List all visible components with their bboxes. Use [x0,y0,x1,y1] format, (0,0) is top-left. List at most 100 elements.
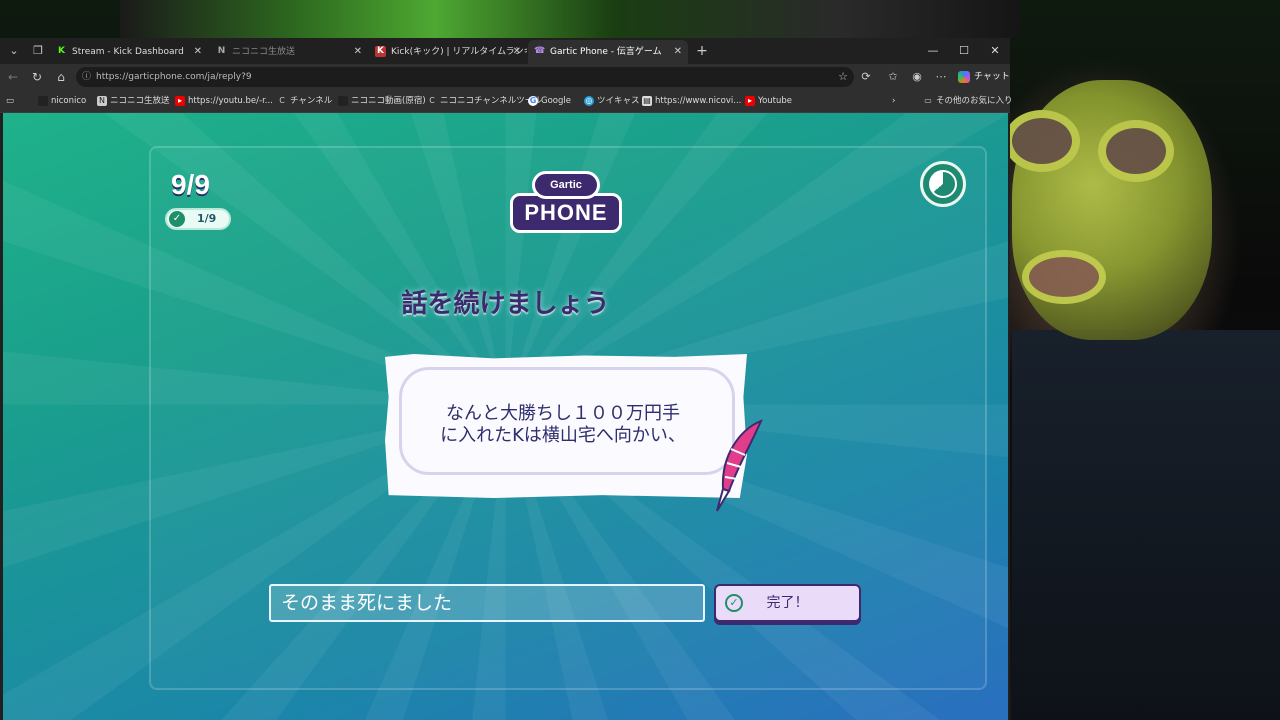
address-bar-row: ← ↻ ⌂ ⓘ https://garticphone.com/ja/reply… [0,64,1010,90]
minimize-icon[interactable]: — [918,38,948,64]
timer-icon [920,161,966,207]
mask-eye-right [1098,120,1174,182]
bookmark-channel-tool[interactable]: C ニコニコチャンネルツール [427,90,542,112]
niconico-bookmark-icon [38,96,48,106]
channel-tool-bookmark-icon: C [429,96,435,105]
tab-kick-ranking[interactable]: K Kick(キック) | リアルタイムランキング ✕ [369,40,527,64]
tab-label: ニコニコ生放送 [232,47,296,57]
bookmark-label: チャンネル [290,96,333,106]
url-text: https://garticphone.com/ja/reply?9 [96,72,252,82]
bookmark-niconico-live[interactable]: N ニコニコ生放送 [97,90,170,112]
close-tab-icon[interactable]: ✕ [674,40,682,64]
bookmark-youtube[interactable]: ▸ Youtube [745,90,792,112]
logo-phone-text: PHONE [510,193,622,233]
bookmark-label: https://youtu.be/-r... [188,96,273,106]
bookmark-label: その他のお気に入り [936,96,1013,106]
tab-label: Stream - Kick Dashboard [72,47,184,57]
bookmark-label: Google [541,96,571,106]
round-counter: 9/9 [171,169,210,200]
refresh-icon[interactable]: ↻ [28,68,46,86]
youtube-bookmark-icon: ▸ [745,96,755,106]
nicovideo-bookmark-icon: ▤ [642,96,652,106]
browser-window: ⌄ ❐ K Stream - Kick Dashboard ✕ N ニコニコ生放… [0,38,1013,720]
webcam-person-body [1012,330,1280,720]
previous-sentence-line-2: に入れたKは横山宅へ向かい、 [440,425,686,446]
back-icon[interactable]: ← [4,68,22,86]
tab-gartic-phone[interactable]: ☎ Gartic Phone - 伝言ゲーム ✕ [528,40,688,64]
bookmark-label: ニコニコ動画(原宿) [351,96,426,106]
bookmark-label: ニコニコチャンネルツール [440,96,542,106]
bookmark-google[interactable]: G Google [528,90,571,112]
site-info-icon[interactable]: ⓘ [82,67,91,87]
google-bookmark-icon: G [528,96,538,106]
url-field[interactable]: ⓘ https://garticphone.com/ja/reply?9 [76,67,854,87]
maximize-icon[interactable]: ☐ [949,38,979,64]
profile-avatar-icon[interactable]: ◉ [908,68,926,86]
bookmark-label: Youtube [758,96,792,106]
logo-gartic-text: Gartic [532,171,600,199]
close-tab-icon[interactable]: ✕ [194,40,202,64]
bookmark-label: https://www.nicovi... [655,96,742,106]
niconico-douga-bookmark-icon [338,96,348,106]
youtube-bookmark-icon: ▸ [175,96,185,106]
favorite-star-icon[interactable]: ☆ [834,68,852,86]
workspaces-icon[interactable]: ❐ [28,42,48,60]
tab-bar: ⌄ ❐ K Stream - Kick Dashboard ✕ N ニコニコ生放… [0,38,1010,64]
tab-label: Kick(キック) | リアルタイムランキング [391,47,527,57]
other-bookmarks-folder[interactable]: ▭ その他のお気に入り [923,90,1013,112]
check-icon: ✓ [725,594,743,612]
bookmark-twitcasting[interactable]: ◎ ツイキャス [584,90,640,112]
bookmark-label: niconico [51,96,87,106]
players-done-count: 1/9 [197,212,217,225]
players-done-badge: ✓ 1/9 [165,208,231,230]
close-window-icon[interactable]: ✕ [980,38,1010,64]
bookmark-label: ニコニコ生放送 [110,96,170,106]
webcam-person-mask [1004,80,1212,340]
bookmark-youtu-be[interactable]: ▸ https://youtu.be/-r... [175,90,273,112]
answer-input[interactable]: そのまま死にました [269,584,705,622]
copilot-icon [958,71,970,83]
more-menu-icon[interactable]: ⋯ [932,68,950,86]
chat-label: チャット [974,72,1010,82]
previous-sentence-line-1: なんと大勝ちし１００万円手 [446,403,680,424]
prompt-title: 話を続けましょう [401,289,610,319]
close-tab-icon[interactable]: ✕ [513,40,521,64]
copilot-chat-button[interactable]: チャット [958,68,1010,86]
tab-kick-dashboard[interactable]: K Stream - Kick Dashboard ✕ [50,40,208,64]
close-tab-icon[interactable]: ✕ [354,40,362,64]
mask-mouth [1022,250,1106,304]
bookmarks-bar: ▭ niconico N ニコニコ生放送 ▸ https://youtu.be/… [0,90,1013,113]
ranking-favicon-icon: K [375,46,386,57]
niconico-favicon-icon: N [217,46,226,56]
quill-pen-icon [716,419,763,512]
sidebar-toggle-icon[interactable]: ▭ [6,90,20,112]
niconico-live-bookmark-icon: N [97,96,107,106]
new-tab-icon[interactable]: + [692,42,712,60]
tab-label: Gartic Phone - 伝言ゲーム [550,47,662,57]
bookmark-label: ツイキャス [597,96,640,106]
tab-niconico-live[interactable]: N ニコニコ生放送 ✕ [210,40,368,64]
previous-sentence-text: なんと大勝ちし１００万円手 に入れたKは横山宅へ向かい、 [413,403,713,447]
folder-icon: ▭ [924,96,932,105]
webcam-top-region [120,0,1020,38]
mask-eye-left [1004,110,1080,172]
bookmark-nicovideo[interactable]: ▤ https://www.nicovi... [642,90,741,112]
gartic-phone-page: 9/9 ✓ 1/9 PHONE Gartic 話を続けましょう なんと大勝ちし１… [3,113,1008,720]
bookmark-channel[interactable]: C チャンネル [277,90,332,112]
channel-bookmark-icon: C [279,96,285,105]
gartic-favicon-icon: ☎ [534,46,546,56]
home-icon[interactable]: ⌂ [52,68,70,86]
done-button[interactable]: ✓ 完了！ [714,584,861,622]
done-button-label: 完了！ [766,595,809,611]
tab-list-icon[interactable]: ⌄ [4,42,24,60]
kick-favicon-icon: K [58,46,65,56]
bookmark-niconico-douga[interactable]: ニコニコ動画(原宿) [338,90,426,112]
timer-progress [929,170,957,198]
favorites-icon[interactable]: ✩ [884,68,902,86]
check-icon: ✓ [169,211,185,227]
bookmark-niconico[interactable]: niconico [38,90,86,112]
twitcasting-bookmark-icon: ◎ [584,96,594,106]
bookmarks-overflow-chevron-icon[interactable]: › [892,90,895,112]
gartic-phone-logo: PHONE Gartic [510,171,622,237]
extensions-icon[interactable]: ⟳ [857,68,875,86]
